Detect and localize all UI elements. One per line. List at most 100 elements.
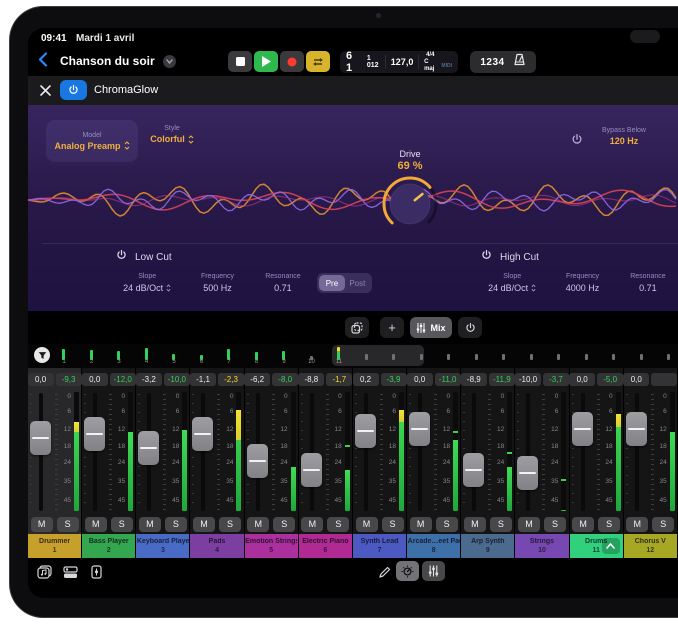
fader-handle[interactable] (517, 456, 538, 490)
high-cut-resonance[interactable]: Resonance 0.71 (618, 273, 678, 293)
mute-button[interactable]: M (85, 517, 107, 532)
mute-button[interactable]: M (356, 517, 378, 532)
fader-handle[interactable] (572, 412, 593, 446)
mute-button[interactable]: M (193, 517, 215, 532)
volume-value[interactable]: 0,2 (353, 373, 379, 386)
solo-button[interactable]: S (111, 517, 133, 532)
mute-button[interactable]: M (626, 517, 648, 532)
lcd-display[interactable]: 6 11 012 127,0 4/4 C maj MIDI (340, 51, 458, 73)
track-name-block[interactable]: Arcade…eet Pad8 (407, 534, 460, 558)
knob-view-button[interactable] (396, 561, 419, 581)
volume-value[interactable]: -10,0 (515, 373, 541, 386)
track-name-block[interactable]: Synth Lead7 (353, 534, 406, 558)
style-selector[interactable]: Style Colorful (134, 125, 210, 144)
track-name-block[interactable]: Strings10 (515, 534, 568, 558)
post-button[interactable]: Post (345, 275, 370, 291)
volume-value[interactable]: 0,0 (623, 373, 649, 386)
song-title[interactable]: Chanson du soir (60, 54, 155, 68)
level-control[interactable]: Level 0.0 (664, 127, 678, 146)
track-stack-icon[interactable] (62, 564, 78, 580)
track-overview-strip[interactable]: 1234567891011 (28, 344, 678, 368)
solo-button[interactable]: S (436, 517, 458, 532)
mute-button[interactable]: M (464, 517, 486, 532)
low-cut-power-icon[interactable] (116, 248, 127, 266)
fader-handle[interactable] (138, 431, 159, 465)
mute-button[interactable]: M (31, 517, 53, 532)
bypass-below-control[interactable]: Bypass Below 120 Hz (586, 127, 662, 146)
solo-button[interactable]: S (273, 517, 295, 532)
mute-button[interactable]: M (410, 517, 432, 532)
pencil-icon[interactable] (376, 564, 392, 580)
track-name-block[interactable]: Arp Synth9 (461, 534, 514, 558)
cycle-button[interactable] (306, 51, 330, 72)
model-selector[interactable]: Model Analog Preamp (46, 120, 138, 162)
fader-handle[interactable] (301, 453, 322, 487)
volume-value[interactable]: -8,8 (298, 373, 324, 386)
bypass-power-icon[interactable] (571, 133, 583, 151)
low-cut-frequency[interactable]: Frequency 500 Hz (182, 273, 252, 293)
channel-strip-icon[interactable] (88, 564, 104, 580)
solo-button[interactable]: S (219, 517, 241, 532)
solo-button[interactable]: S (57, 517, 79, 532)
solo-button[interactable]: S (490, 517, 512, 532)
track-name-block[interactable]: Chorus V12 (624, 534, 677, 558)
fader-handle[interactable] (30, 421, 51, 455)
track-name-block[interactable]: Bass Player2 (82, 534, 135, 558)
mixer-power-icon[interactable] (458, 317, 482, 338)
play-button[interactable] (254, 51, 278, 72)
mute-button[interactable]: M (518, 517, 540, 532)
pre-button[interactable]: Pre (319, 275, 344, 291)
close-plugin-icon[interactable] (40, 83, 51, 101)
filter-icon[interactable] (34, 347, 50, 363)
duplicate-icon[interactable] (345, 317, 369, 338)
volume-value[interactable]: 0,0 (28, 373, 54, 386)
high-cut-slope[interactable]: Slope 24 dB/Oct (477, 273, 547, 293)
song-menu-chevron-icon[interactable] (163, 55, 176, 68)
fader-handle[interactable] (355, 414, 376, 448)
track-name-block[interactable]: Electric Piano6 (299, 534, 352, 558)
solo-button[interactable]: S (652, 517, 674, 532)
add-track-button[interactable]: + (380, 317, 404, 338)
low-cut-resonance[interactable]: Resonance 0.71 (253, 273, 314, 293)
solo-button[interactable]: S (327, 517, 349, 532)
mute-button[interactable]: M (247, 517, 269, 532)
volume-value[interactable]: -1,1 (190, 373, 216, 386)
volume-value[interactable]: 0,0 (407, 373, 433, 386)
volume-value[interactable]: 0,0 (82, 373, 108, 386)
fader-handle[interactable] (247, 444, 268, 478)
track-name-block[interactable]: Emotion Strings5 (245, 534, 298, 558)
high-cut-frequency[interactable]: Frequency 4000 Hz (547, 273, 617, 293)
fader-view-button[interactable] (422, 561, 445, 581)
volume-value[interactable]: -3,2 (136, 373, 162, 386)
plugin-power-button[interactable] (60, 80, 87, 100)
back-button[interactable] (38, 52, 48, 72)
collapse-stack-button[interactable] (602, 538, 620, 554)
high-cut-power-icon[interactable] (481, 248, 492, 266)
solo-button[interactable]: S (544, 517, 566, 532)
fader-handle[interactable] (463, 453, 484, 487)
fader-handle[interactable] (84, 417, 105, 451)
stop-button[interactable] (228, 51, 252, 72)
mute-button[interactable]: M (572, 517, 594, 532)
loop-browser-icon[interactable] (36, 564, 52, 580)
mix-view-button[interactable]: Mix (410, 317, 452, 338)
track-name-block[interactable]: Pads4 (190, 534, 243, 558)
fader-handle[interactable] (192, 417, 213, 451)
volume-value[interactable]: -6,2 (244, 373, 270, 386)
track-name-block[interactable]: Drummer1 (28, 534, 81, 558)
fader-handle[interactable] (626, 412, 647, 446)
volume-value[interactable]: -8,9 (461, 373, 487, 386)
solo-button[interactable]: S (598, 517, 620, 532)
mute-button[interactable]: M (139, 517, 161, 532)
solo-button[interactable]: S (382, 517, 404, 532)
low-cut-slope[interactable]: Slope 24 dB/Oct (112, 273, 182, 293)
metronome-icon[interactable] (513, 53, 526, 71)
solo-button[interactable]: S (165, 517, 187, 532)
drive-knob[interactable] (378, 172, 442, 236)
fader-handle[interactable] (409, 412, 430, 446)
count-in-button[interactable]: 1234 (480, 57, 504, 68)
track-name-block[interactable]: Keyboard Player3 (136, 534, 189, 558)
volume-value[interactable]: 0,0 (569, 373, 595, 386)
mute-button[interactable]: M (301, 517, 323, 532)
record-button[interactable] (280, 51, 304, 72)
